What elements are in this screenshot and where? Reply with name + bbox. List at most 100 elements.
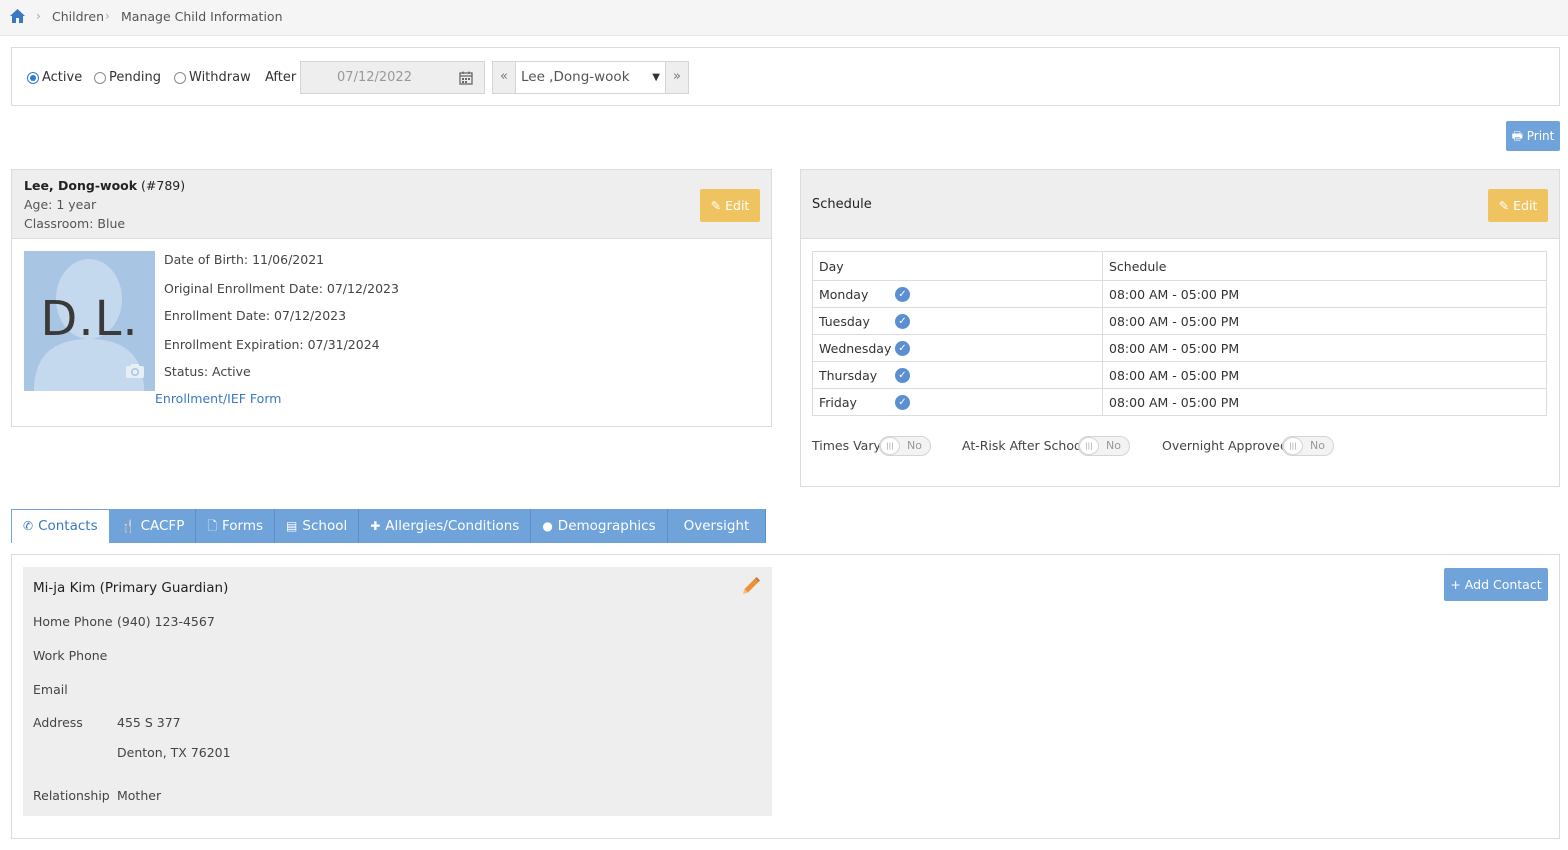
schedule-time-cell: 08:00 AM - 05:00 PM (1102, 388, 1547, 416)
calendar-icon (459, 71, 473, 85)
radio-label: Withdraw (189, 70, 251, 85)
add-contact-button[interactable]: + Add Contact (1444, 568, 1548, 601)
breadcrumb-current: Manage Child Information (121, 9, 283, 24)
home-icon[interactable] (9, 8, 26, 24)
overnight-approved-toggle[interactable]: ||| No (1282, 436, 1334, 456)
edit-label: Edit (1513, 198, 1538, 213)
tab-allergies-conditions[interactable]: ✚ Allergies/Conditions (359, 509, 532, 543)
edit-label: Edit (725, 198, 750, 213)
schedule-title: Schedule (812, 197, 872, 212)
previous-child-button[interactable]: « (492, 61, 516, 94)
child-full-name: Lee, Dong-wook (24, 178, 138, 193)
status-radio-withdraw[interactable]: Withdraw (174, 70, 251, 85)
contact-card: Mi-ja Kim (Primary Guardian) Home Phone … (23, 567, 772, 816)
radio-dot[interactable] (27, 71, 39, 84)
table-row: Monday ✓ 08:00 AM - 05:00 PM (812, 280, 1547, 308)
child-classroom: Classroom: Blue (24, 216, 126, 231)
after-date-input[interactable]: 07/12/2022 (300, 61, 449, 94)
day-label: Monday (819, 286, 869, 302)
tab-label: CACFP (140, 517, 185, 534)
caret-down-icon: ▼ (652, 72, 660, 83)
times-vary-toggle[interactable]: ||| No (879, 436, 931, 456)
child-avatar[interactable]: D.L. (24, 251, 155, 391)
contact-name: Mi-ja Kim (Primary Guardian) (33, 580, 229, 596)
radio-dot[interactable] (174, 71, 186, 84)
tab-label: Demographics (557, 517, 656, 534)
tab-forms[interactable]: 🗋 Forms (196, 509, 276, 543)
day-cell: Thursday ✓ (812, 361, 1103, 389)
day-cell: Monday ✓ (812, 280, 1103, 308)
print-button[interactable]: 🖶 Print (1506, 121, 1560, 151)
table-row: Friday ✓ 08:00 AM - 05:00 PM (812, 388, 1547, 416)
child-info-header: Lee, Dong-wook (#789) Age: 1 year Classr… (12, 170, 771, 239)
schedule-panel: Schedule ✎ Edit Day Schedule Monday ✓ 08:… (800, 169, 1560, 487)
schedule-header-row: Day Schedule (812, 251, 1547, 281)
radio-dot[interactable] (94, 71, 106, 84)
utensils-icon: 🍴 (120, 518, 136, 533)
tab-label: Oversight (683, 517, 750, 534)
check-circle-icon: ✓ (895, 368, 910, 383)
pencil-icon: ✎ (1498, 198, 1510, 213)
day-label: Friday (819, 394, 857, 410)
child-tabs: ✆ Contacts 🍴 CACFP 🗋 Forms ▤ School ✚ Al… (11, 509, 767, 543)
toggle-knob: ||| (1283, 437, 1303, 455)
globe-icon: ● (542, 518, 553, 533)
status-radio-pending[interactable]: Pending (94, 70, 161, 85)
child-select-value: Lee ,Dong-wook (521, 69, 630, 85)
enrollment-form-link[interactable]: Enrollment/IEF Form (155, 391, 281, 406)
at-risk-toggle[interactable]: ||| No (1078, 436, 1130, 456)
address-label: Address (33, 715, 83, 730)
check-circle-icon: ✓ (895, 395, 910, 410)
address-line1: 455 S 377 (117, 715, 181, 730)
overnight-approved-label: Overnight Approved (1162, 438, 1288, 453)
phone-icon: ✆ (23, 519, 34, 533)
edit-schedule-button[interactable]: ✎ Edit (1488, 189, 1548, 222)
tab-contacts[interactable]: ✆ Contacts (11, 509, 110, 543)
table-row: Tuesday ✓ 08:00 AM - 05:00 PM (812, 307, 1547, 335)
child-info-panel: Lee, Dong-wook (#789) Age: 1 year Classr… (11, 169, 772, 427)
pencil-icon[interactable] (740, 575, 762, 597)
day-cell: Tuesday ✓ (812, 307, 1103, 335)
toggle-value: No (907, 439, 922, 452)
tab-label: School (302, 517, 348, 534)
breadcrumb-children[interactable]: Children (52, 9, 104, 24)
day-label: Thursday (819, 367, 878, 383)
avatar-initials: D.L. (40, 291, 139, 347)
schedule-time-cell: 08:00 AM - 05:00 PM (1102, 361, 1547, 389)
tab-label: Forms (222, 517, 264, 534)
tab-school[interactable]: ▤ School (275, 509, 360, 543)
address-line2: Denton, TX 76201 (117, 745, 231, 760)
status-radio-active[interactable]: Active (27, 70, 82, 85)
tab-cacfp[interactable]: 🍴 CACFP (109, 509, 197, 543)
tab-label: Contacts (38, 518, 98, 534)
toggle-value: No (1310, 439, 1325, 452)
child-age: Age: 1 year (24, 197, 97, 212)
breadcrumb-separator: › (36, 9, 41, 23)
tab-oversight[interactable]: Oversight (667, 509, 767, 543)
email-label: Email (33, 682, 68, 697)
breadcrumb-separator: › (105, 9, 110, 23)
tab-demographics[interactable]: ● Demographics (531, 509, 668, 543)
day-label: Wednesday (819, 340, 892, 356)
column-header-day: Day (812, 251, 1103, 281)
check-circle-icon: ✓ (895, 314, 910, 329)
day-cell: Friday ✓ (812, 388, 1103, 416)
table-row: Wednesday ✓ 08:00 AM - 05:00 PM (812, 334, 1547, 362)
file-icon: 🗋 (207, 518, 217, 533)
print-icon: 🖶 (1511, 129, 1523, 143)
home-phone-label: Home Phone (33, 614, 113, 629)
calendar-button[interactable] (448, 61, 485, 94)
camera-icon[interactable] (125, 363, 145, 379)
table-row: Thursday ✓ 08:00 AM - 05:00 PM (812, 361, 1547, 389)
radio-label: Pending (109, 70, 161, 85)
medkit-icon: ✚ (370, 518, 381, 533)
enrollment-status: Status: Active (164, 364, 251, 379)
radio-label: Active (42, 70, 83, 85)
next-child-button[interactable]: » (665, 61, 689, 94)
relationship-value: Mother (117, 788, 162, 803)
child-select[interactable]: Lee ,Dong-wook ▼ (515, 61, 666, 94)
original-enrollment-date: Original Enrollment Date: 07/12/2023 (164, 281, 399, 296)
pencil-icon: ✎ (710, 198, 722, 213)
edit-child-button[interactable]: ✎ Edit (700, 189, 760, 222)
child-id: (#789) (141, 178, 186, 193)
